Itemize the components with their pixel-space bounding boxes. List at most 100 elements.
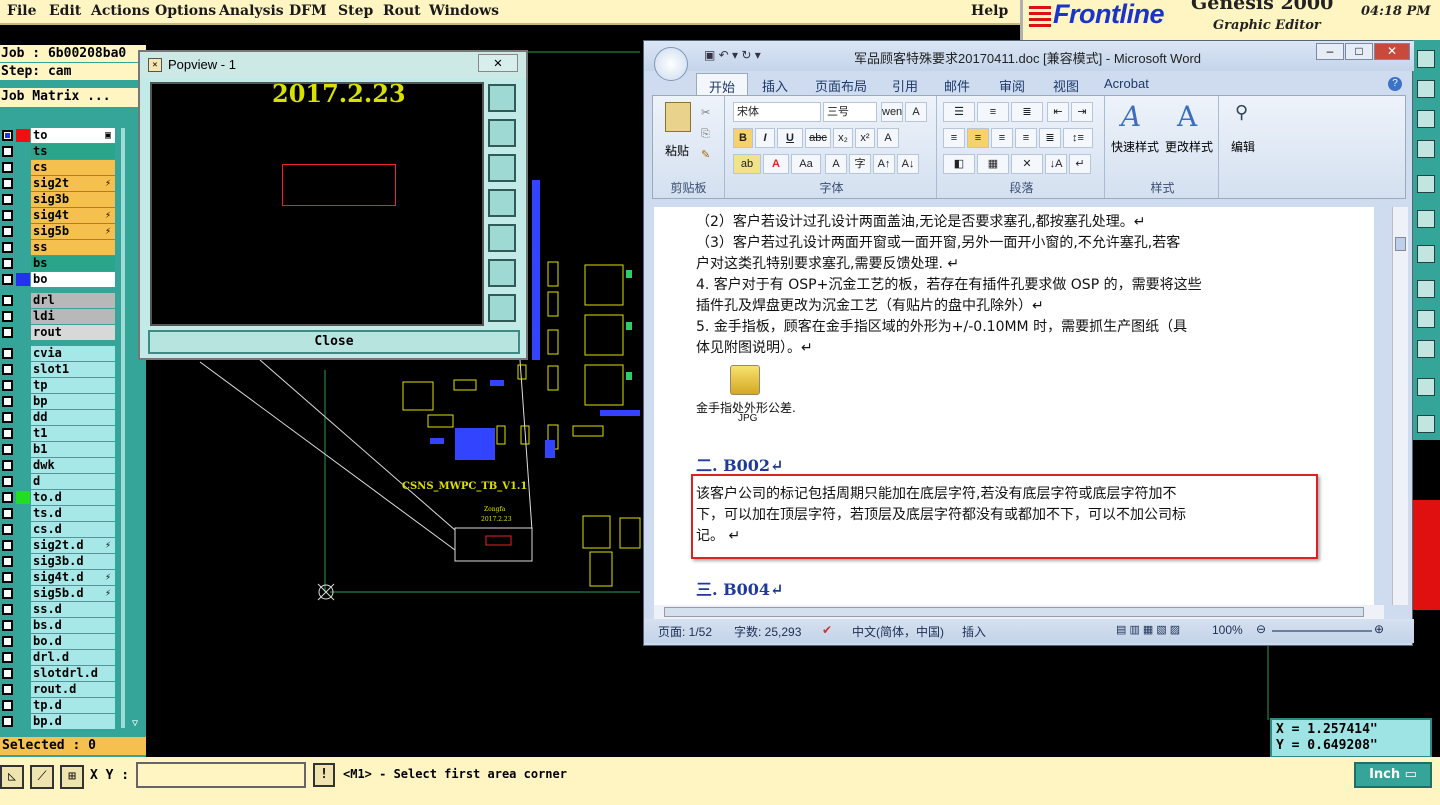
layer-row[interactable]: sig4t ⚡ bbox=[0, 207, 118, 223]
layer-checkbox[interactable] bbox=[2, 508, 13, 519]
layer-checkbox[interactable] bbox=[2, 476, 13, 487]
layer-row[interactable]: t1 bbox=[0, 425, 118, 441]
view-buttons-icon[interactable]: ▤ ▥ ▦ ▧ ▨ bbox=[1116, 623, 1180, 636]
layer-checkbox[interactable] bbox=[2, 700, 13, 711]
pan-left-icon[interactable] bbox=[488, 189, 516, 217]
layer-color-swatch[interactable] bbox=[16, 619, 30, 632]
layer-color-swatch[interactable] bbox=[16, 347, 30, 360]
tab-references[interactable]: 引用 bbox=[892, 76, 918, 95]
paste-icon[interactable] bbox=[665, 102, 691, 132]
layer-name[interactable]: sig4t ⚡ bbox=[31, 208, 115, 223]
layer-color-swatch[interactable] bbox=[16, 326, 30, 339]
quick-style-icon[interactable]: A bbox=[1121, 100, 1141, 133]
layer-color-swatch[interactable] bbox=[16, 571, 30, 584]
tool-icon[interactable] bbox=[1417, 140, 1435, 158]
layer-name[interactable]: rout.d bbox=[31, 682, 115, 697]
menu-analysis[interactable]: Analysis bbox=[219, 3, 284, 19]
align-left-icon[interactable]: ≡ bbox=[943, 128, 965, 148]
layer-row[interactable]: to.d bbox=[0, 489, 118, 505]
layer-row[interactable]: ss.d bbox=[0, 601, 118, 617]
layer-color-swatch[interactable] bbox=[16, 129, 30, 142]
layer-name[interactable]: sig3b bbox=[31, 192, 115, 207]
layer-color-swatch[interactable] bbox=[16, 241, 30, 254]
layer-name[interactable]: ss.d bbox=[31, 602, 115, 617]
layer-checkbox[interactable] bbox=[2, 311, 13, 322]
quick-style-button[interactable]: 快速样式 bbox=[1111, 138, 1159, 155]
tool-icon[interactable] bbox=[1417, 378, 1435, 396]
layer-color-swatch[interactable] bbox=[16, 395, 30, 408]
font-phonetic-icon[interactable]: wen bbox=[881, 102, 903, 122]
layer-row[interactable]: slot1 bbox=[0, 361, 118, 377]
tool-icon[interactable] bbox=[1417, 80, 1435, 98]
layer-color-swatch[interactable] bbox=[16, 273, 30, 286]
layer-checkbox[interactable] bbox=[2, 620, 13, 631]
align-center-icon[interactable]: ≡ bbox=[967, 128, 989, 148]
layer-color-swatch[interactable] bbox=[16, 427, 30, 440]
layer-color-swatch[interactable] bbox=[16, 161, 30, 174]
cut-icon[interactable]: ✂ bbox=[701, 106, 710, 119]
superscript-icon[interactable]: x² bbox=[855, 128, 875, 148]
layer-row[interactable]: bs.d bbox=[0, 617, 118, 633]
char-shading-icon[interactable]: A bbox=[825, 154, 847, 174]
distribute-icon[interactable]: ≣ bbox=[1039, 128, 1061, 148]
layer-name[interactable]: tp.d bbox=[31, 698, 115, 713]
strikethrough-icon[interactable]: abc bbox=[805, 128, 831, 148]
layer-row[interactable]: b1 bbox=[0, 441, 118, 457]
tab-view[interactable]: 视图 bbox=[1053, 76, 1079, 95]
layer-color-swatch[interactable] bbox=[16, 225, 30, 238]
menu-rout[interactable]: Rout bbox=[383, 3, 421, 19]
layer-checkbox[interactable] bbox=[2, 636, 13, 647]
layer-color-swatch[interactable] bbox=[16, 177, 30, 190]
layer-color-swatch[interactable] bbox=[16, 475, 30, 488]
layer-name[interactable]: drl.d bbox=[31, 650, 115, 665]
layer-color-swatch[interactable] bbox=[16, 715, 30, 728]
close-icon[interactable]: ✕ bbox=[1374, 43, 1410, 60]
layer-checkbox[interactable] bbox=[2, 210, 13, 221]
layer-name[interactable]: bp bbox=[31, 394, 115, 409]
quick-access-icons[interactable]: ▣ ↶ ▾ ↻ ▾ bbox=[704, 48, 761, 62]
align-right-icon[interactable]: ≡ bbox=[991, 128, 1013, 148]
horizontal-scrollbar[interactable] bbox=[654, 605, 1384, 619]
layer-checkbox[interactable] bbox=[2, 348, 13, 359]
tab-mailings[interactable]: 邮件 bbox=[944, 76, 970, 95]
layer-name[interactable]: sig4t.d ⚡ bbox=[31, 570, 115, 585]
layer-name[interactable]: bs.d bbox=[31, 618, 115, 633]
tab-insert[interactable]: 插入 bbox=[762, 76, 788, 95]
layer-row[interactable]: cvia bbox=[0, 345, 118, 361]
layer-name[interactable]: sig5b ⚡ bbox=[31, 224, 115, 239]
layer-row[interactable]: bp bbox=[0, 393, 118, 409]
tool-icon[interactable] bbox=[1417, 50, 1435, 68]
layer-name[interactable]: cs bbox=[31, 160, 115, 175]
zoom-slider[interactable] bbox=[1272, 630, 1372, 632]
tool-icon[interactable] bbox=[1417, 175, 1435, 193]
layer-row[interactable]: to ▣ bbox=[0, 127, 118, 143]
layer-row[interactable]: drl bbox=[0, 292, 118, 308]
layer-name[interactable]: to.d bbox=[31, 490, 115, 505]
maximize-icon[interactable]: □ bbox=[1345, 43, 1373, 60]
zoom-fit-icon[interactable] bbox=[488, 84, 516, 112]
layer-color-swatch[interactable] bbox=[16, 635, 30, 648]
insert-mode[interactable]: 插入 bbox=[962, 623, 986, 640]
layer-row[interactable]: d bbox=[0, 473, 118, 489]
menu-dfm[interactable]: DFM bbox=[289, 3, 327, 19]
layer-row[interactable]: sig5b ⚡ bbox=[0, 223, 118, 239]
layer-row[interactable]: ts bbox=[0, 143, 118, 159]
layer-checkbox[interactable] bbox=[2, 295, 13, 306]
layer-checkbox[interactable] bbox=[2, 556, 13, 567]
layer-color-swatch[interactable] bbox=[16, 555, 30, 568]
italic-icon[interactable]: I bbox=[755, 128, 775, 148]
layer-checkbox[interactable] bbox=[2, 178, 13, 189]
layer-checkbox[interactable] bbox=[2, 412, 13, 423]
bold-icon[interactable]: B bbox=[733, 128, 753, 148]
layer-checkbox[interactable] bbox=[2, 716, 13, 727]
popview-close-button[interactable]: Close bbox=[148, 330, 520, 354]
zoom-in-icon[interactable] bbox=[488, 259, 516, 287]
layer-row[interactable]: dwk bbox=[0, 457, 118, 473]
zoom-in-icon[interactable]: ⊕ bbox=[1374, 622, 1384, 636]
layer-name[interactable]: slotdrl.d bbox=[31, 666, 115, 681]
layer-checkbox[interactable] bbox=[2, 652, 13, 663]
layer-name[interactable]: d bbox=[31, 474, 115, 489]
layer-checkbox[interactable] bbox=[2, 258, 13, 269]
zoom-level[interactable]: 100% bbox=[1212, 623, 1243, 637]
layer-row[interactable]: cs bbox=[0, 159, 118, 175]
